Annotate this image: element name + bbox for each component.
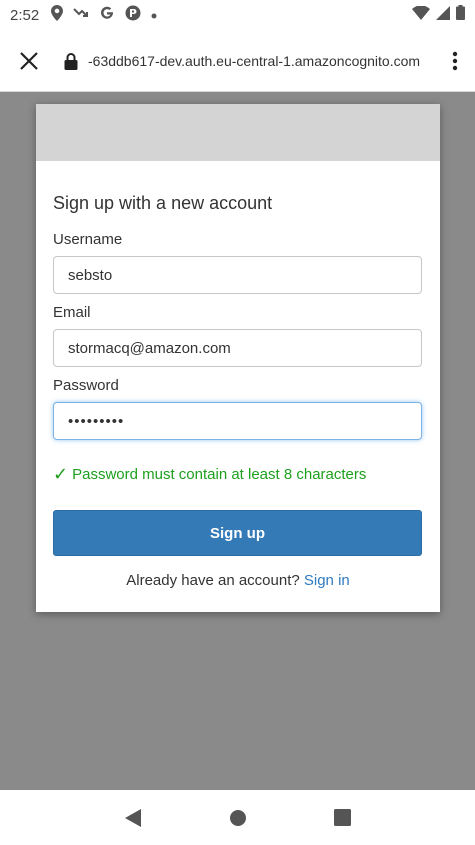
navigation-bar xyxy=(0,790,475,845)
password-validation-message: ✓ Password must contain at least 8 chara… xyxy=(53,464,423,485)
home-icon xyxy=(229,809,246,826)
home-button[interactable] xyxy=(226,806,250,830)
signin-prompt: Already have an account? xyxy=(126,572,300,589)
card-body: Sign up with a new account Username Emai… xyxy=(36,161,440,589)
password-label: Password xyxy=(53,377,119,394)
validation-text: Password must contain at least 8 charact… xyxy=(72,466,367,483)
status-icons-right xyxy=(412,4,465,25)
overflow-menu-button[interactable] xyxy=(449,49,461,73)
url-text[interactable]: -63ddb617-dev.auth.eu-central-1.amazonco… xyxy=(88,53,441,69)
location-icon xyxy=(51,4,64,26)
email-input[interactable] xyxy=(53,329,422,367)
email-label: Email xyxy=(53,304,91,321)
status-time: 2:52 xyxy=(10,6,40,24)
lock-icon xyxy=(64,51,80,71)
password-value: ••••••••• xyxy=(68,412,125,430)
page-title: Sign up with a new account xyxy=(53,193,273,213)
check-icon: ✓ xyxy=(53,464,69,484)
missed-call-icon xyxy=(73,6,89,24)
dot-icon xyxy=(151,6,157,24)
status-icons-left xyxy=(51,4,157,26)
sign-in-link[interactable]: Sign in xyxy=(304,572,350,589)
close-icon xyxy=(20,51,38,70)
recents-button[interactable] xyxy=(331,806,355,830)
signal-icon xyxy=(436,5,450,25)
close-tab-button[interactable] xyxy=(16,48,42,74)
card-banner xyxy=(36,104,440,161)
username-label: Username xyxy=(53,231,123,248)
battery-icon xyxy=(456,5,465,25)
recents-icon xyxy=(334,809,351,826)
sign-up-button[interactable]: Sign up xyxy=(53,510,422,556)
more-vert-icon xyxy=(452,51,458,70)
browser-toolbar: -63ddb617-dev.auth.eu-central-1.amazonco… xyxy=(0,30,475,92)
password-input[interactable]: ••••••••• xyxy=(53,402,422,440)
back-icon xyxy=(124,808,141,827)
wifi-icon xyxy=(412,4,430,25)
app-icon xyxy=(125,5,141,26)
signin-row: Already have an account? Sign in xyxy=(53,572,423,589)
status-bar: 2:52 xyxy=(0,0,475,30)
back-button[interactable] xyxy=(121,806,145,830)
google-icon xyxy=(99,5,115,26)
username-input[interactable] xyxy=(53,256,422,294)
signup-card: Sign up with a new account Username Emai… xyxy=(36,104,440,612)
